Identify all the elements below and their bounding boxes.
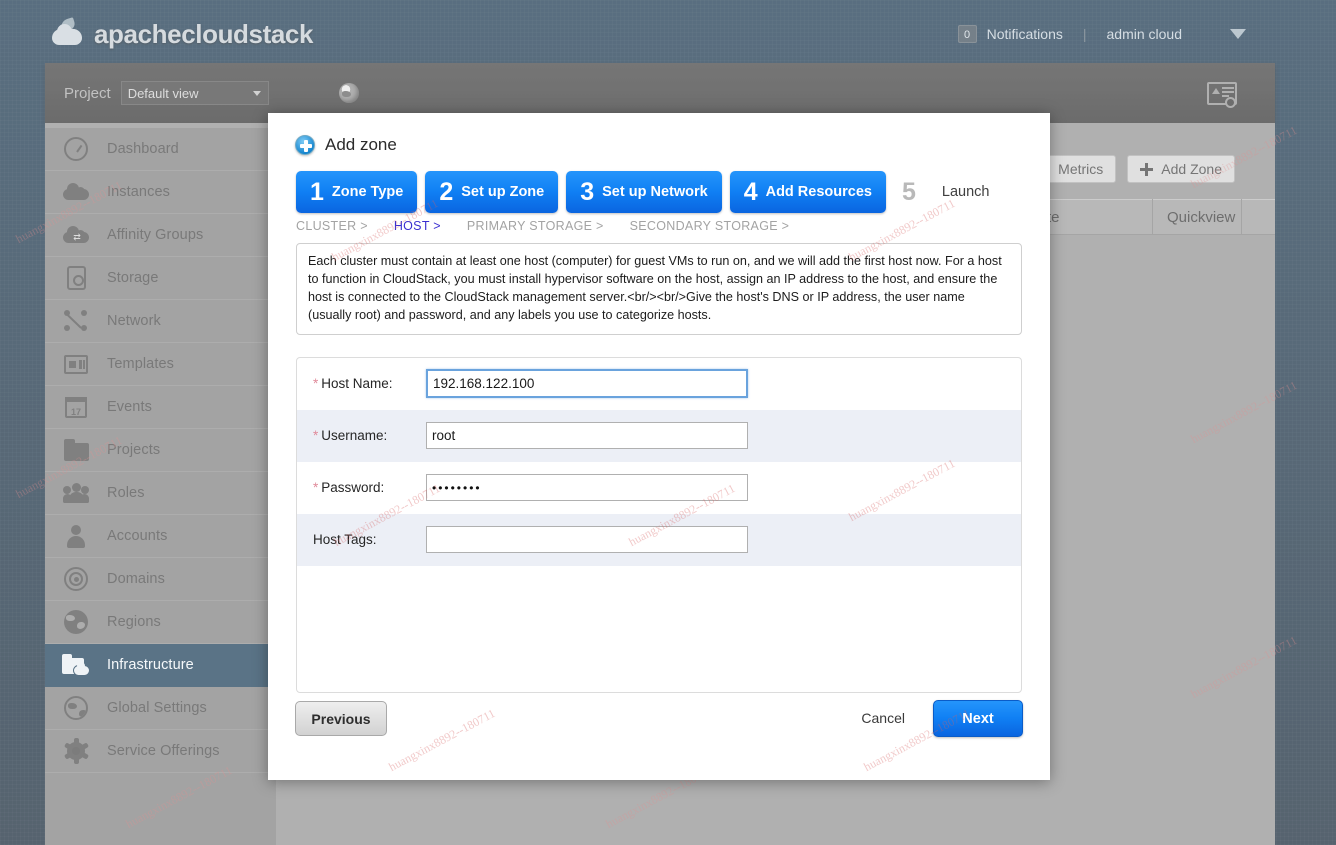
wizard-step-set-up-zone[interactable]: 2 Set up Zone <box>425 171 559 213</box>
host-form: *Host Name: *Username: *Password: Host T… <box>296 356 1022 693</box>
required-marker: * <box>313 480 319 495</box>
form-row-username: * Username: <box>297 409 1021 462</box>
form-row-host-tags: Host Tags: <box>297 513 1021 566</box>
host-tags-label: Host Tags: <box>313 532 426 547</box>
password-label: * Password: <box>313 480 426 495</box>
breadcrumb: CLUSTER > HOST > PRIMARY STORAGE > SECON… <box>296 219 1050 233</box>
dialog-title-row: Add zone <box>295 135 1050 155</box>
cancel-button[interactable]: Cancel <box>861 710 905 726</box>
label-text: Username: <box>321 428 388 443</box>
step-label: Add Resources <box>765 184 872 200</box>
form-row-password: * Password: <box>297 462 1021 514</box>
label-text: Host Tags: <box>313 532 377 547</box>
host-name-input[interactable] <box>426 369 748 398</box>
required-marker: * <box>313 376 319 391</box>
required-marker: * <box>313 428 319 443</box>
label-text: Host Name: <box>321 376 393 391</box>
add-circle-icon <box>295 135 315 155</box>
breadcrumb-primary-storage[interactable]: PRIMARY STORAGE > <box>467 219 604 233</box>
host-tags-input[interactable] <box>426 526 748 553</box>
step-number: 3 <box>580 177 595 206</box>
dialog-footer: Previous Cancel Next <box>268 688 1050 780</box>
form-row-host-name: * Host Name: <box>297 358 1021 410</box>
breadcrumb-host[interactable]: HOST > <box>394 219 441 233</box>
dialog-title: Add zone <box>325 135 397 154</box>
wizard-step-add-resources[interactable]: 4 Add Resources <box>729 171 886 213</box>
step-label: Launch <box>941 184 990 200</box>
next-button[interactable]: Next <box>933 700 1023 737</box>
wizard-step-set-up-network[interactable]: 3 Set up Network <box>566 171 722 213</box>
step-label: Zone Type <box>331 184 404 200</box>
previous-button[interactable]: Previous <box>295 701 387 736</box>
password-input[interactable] <box>426 474 748 501</box>
step-number: 4 <box>743 177 758 206</box>
screen: apachecloudstack 0 Notifications | admin… <box>0 0 1336 845</box>
step-label: Set up Network <box>602 184 708 200</box>
breadcrumb-secondary-storage[interactable]: SECONDARY STORAGE > <box>630 219 790 233</box>
wizard-step-zone-type[interactable]: 1 Zone Type <box>296 171 418 213</box>
label-text: Password: <box>321 480 385 495</box>
host-name-label: * Host Name: <box>313 376 426 391</box>
wizard-step-launch: 5 Launch <box>894 171 1003 213</box>
step-description: Each cluster must contain at least one h… <box>296 243 1022 335</box>
wizard-steps: 1 Zone Type 2 Set up Zone 3 Set up Netwo… <box>296 171 1050 213</box>
step-number: 5 <box>901 177 916 206</box>
username-input[interactable] <box>426 422 748 449</box>
breadcrumb-cluster[interactable]: CLUSTER > <box>296 219 368 233</box>
step-number: 1 <box>310 177 324 206</box>
step-number: 2 <box>439 177 454 206</box>
username-label: * Username: <box>313 428 426 443</box>
step-label: Set up Zone <box>461 184 545 200</box>
add-zone-dialog: Add zone 1 Zone Type 2 Set up Zone 3 Set… <box>268 113 1050 780</box>
